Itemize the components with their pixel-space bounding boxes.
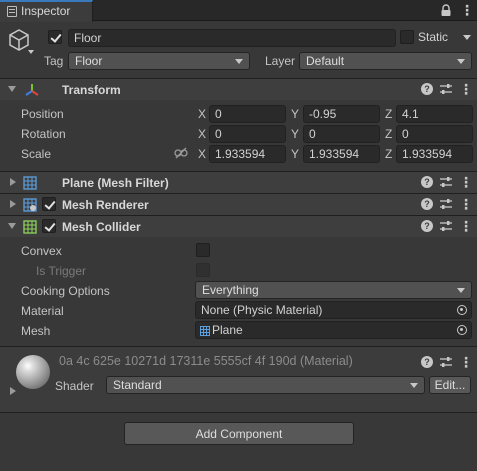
position-x-field[interactable]: 0 bbox=[209, 105, 286, 123]
tab-inspector[interactable]: Inspector bbox=[0, 0, 93, 22]
presets-icon[interactable] bbox=[439, 355, 453, 369]
object-picker-icon[interactable] bbox=[457, 325, 467, 335]
mesh-renderer-header[interactable]: Mesh Renderer ? ⋮ bbox=[0, 193, 477, 215]
kebab-menu-icon[interactable]: ⋮ bbox=[460, 2, 474, 19]
rotation-label: Rotation bbox=[21, 127, 66, 141]
is-trigger-checkbox bbox=[196, 263, 210, 277]
tag-dropdown[interactable]: Floor bbox=[68, 52, 250, 70]
axis-y-label[interactable]: Y bbox=[291, 107, 299, 121]
mesh-collider-header[interactable]: Mesh Collider ? ⋮ bbox=[0, 215, 477, 237]
axis-z-label[interactable]: Z bbox=[385, 127, 392, 141]
mesh-renderer-icon bbox=[23, 198, 37, 212]
component-menu-icon[interactable]: ⋮ bbox=[459, 197, 473, 211]
component-title: Transform bbox=[62, 83, 121, 97]
help-icon[interactable]: ? bbox=[421, 176, 433, 188]
component-title: Mesh Collider bbox=[62, 220, 141, 234]
component-title: Plane (Mesh Filter) bbox=[62, 176, 169, 190]
transform-header[interactable]: Transform ? ⋮ bbox=[0, 78, 477, 100]
shader-dropdown[interactable]: Standard bbox=[106, 376, 425, 394]
add-component-button[interactable]: Add Component bbox=[124, 422, 354, 445]
help-icon[interactable]: ? bbox=[421, 220, 433, 232]
material-preview-sphere[interactable] bbox=[16, 355, 50, 389]
component-title: Mesh Renderer bbox=[62, 198, 149, 212]
presets-icon[interactable] bbox=[439, 219, 453, 233]
help-icon[interactable]: ? bbox=[421, 198, 433, 210]
convex-label: Convex bbox=[21, 244, 62, 258]
mesh-value: Plane bbox=[212, 323, 243, 337]
axis-x-label[interactable]: X bbox=[198, 147, 206, 161]
component-menu-icon[interactable]: ⋮ bbox=[459, 355, 473, 369]
mesh-filter-header[interactable]: Plane (Mesh Filter) ? ⋮ bbox=[0, 171, 477, 193]
material-value: None (Physic Material) bbox=[201, 303, 323, 317]
mesh-object-field[interactable]: Plane bbox=[195, 321, 472, 339]
foldout-arrow-icon[interactable] bbox=[8, 223, 16, 229]
help-icon[interactable]: ? bbox=[421, 356, 433, 368]
foldout-arrow-icon[interactable] bbox=[10, 178, 16, 186]
inspector-icon bbox=[7, 6, 17, 17]
mesh-collider-icon bbox=[23, 220, 37, 234]
component-menu-icon[interactable]: ⋮ bbox=[459, 82, 473, 96]
rotation-z-field[interactable]: 0 bbox=[396, 125, 473, 143]
mesh-filter-icon bbox=[23, 176, 37, 190]
scale-label: Scale bbox=[21, 147, 52, 161]
material-object-field[interactable]: None (Physic Material) bbox=[195, 301, 472, 319]
presets-icon[interactable] bbox=[439, 82, 453, 96]
axis-z-label[interactable]: Z bbox=[385, 147, 392, 161]
mesh-asset-icon bbox=[200, 325, 210, 336]
position-y-field[interactable]: -0.95 bbox=[303, 105, 380, 123]
axis-x-label[interactable]: X bbox=[198, 127, 206, 141]
object-picker-icon[interactable] bbox=[457, 305, 467, 315]
material-name: 0a 4c 625e 10271d 17311e 5555cf 4f 190d … bbox=[59, 354, 353, 368]
axis-y-label[interactable]: Y bbox=[291, 127, 299, 141]
foldout-arrow-icon[interactable] bbox=[10, 387, 16, 395]
cooking-options-label: Cooking Options bbox=[21, 284, 110, 298]
is-trigger-label: Is Trigger bbox=[36, 264, 87, 278]
component-menu-icon[interactable]: ⋮ bbox=[459, 175, 473, 189]
rotation-x-field[interactable]: 0 bbox=[209, 125, 286, 143]
foldout-arrow-icon[interactable] bbox=[8, 86, 16, 92]
static-checkbox[interactable] bbox=[400, 30, 414, 44]
axis-x-label[interactable]: X bbox=[198, 107, 206, 121]
mesh-renderer-enabled-checkbox[interactable] bbox=[42, 197, 56, 211]
mesh-label: Mesh bbox=[21, 324, 51, 338]
separator bbox=[0, 412, 477, 413]
layer-value: Default bbox=[306, 54, 345, 68]
transform-icon bbox=[24, 82, 40, 98]
cooking-options-dropdown[interactable]: Everything bbox=[195, 281, 472, 299]
scale-z-field[interactable]: 1.933594 bbox=[396, 145, 473, 163]
cooking-options-value: Everything bbox=[202, 283, 259, 297]
tag-value: Floor bbox=[75, 54, 103, 68]
layer-label: Layer bbox=[265, 54, 296, 68]
tag-label: Tag bbox=[44, 54, 64, 68]
gameobject-name-field[interactable]: Floor bbox=[68, 29, 396, 47]
static-label: Static bbox=[418, 30, 449, 44]
position-label: Position bbox=[21, 107, 64, 121]
presets-icon[interactable] bbox=[439, 197, 453, 211]
gameobject-icon[interactable] bbox=[8, 28, 34, 56]
mesh-collider-enabled-checkbox[interactable] bbox=[42, 219, 56, 233]
gameobject-active-checkbox[interactable] bbox=[48, 30, 62, 44]
tab-label: Inspector bbox=[21, 4, 71, 18]
shader-label: Shader bbox=[55, 379, 94, 393]
presets-icon[interactable] bbox=[439, 175, 453, 189]
axis-y-label[interactable]: Y bbox=[291, 147, 299, 161]
axis-z-label[interactable]: Z bbox=[385, 107, 392, 121]
shader-value: Standard bbox=[113, 378, 162, 392]
lock-icon[interactable] bbox=[440, 4, 452, 17]
component-menu-icon[interactable]: ⋮ bbox=[459, 219, 473, 233]
constrain-proportions-icon[interactable] bbox=[174, 147, 188, 159]
scale-y-field[interactable]: 1.933594 bbox=[303, 145, 380, 163]
help-icon[interactable]: ? bbox=[421, 83, 433, 95]
layer-dropdown[interactable]: Default bbox=[299, 52, 472, 70]
convex-checkbox[interactable] bbox=[196, 243, 210, 257]
foldout-arrow-icon[interactable] bbox=[10, 200, 16, 208]
position-z-field[interactable]: 4.1 bbox=[396, 105, 473, 123]
scale-x-field[interactable]: 1.933594 bbox=[209, 145, 286, 163]
edit-shader-button[interactable]: Edit... bbox=[429, 376, 471, 394]
material-label: Material bbox=[21, 304, 64, 318]
static-dropdown-caret[interactable] bbox=[463, 35, 471, 40]
rotation-y-field[interactable]: 0 bbox=[303, 125, 380, 143]
